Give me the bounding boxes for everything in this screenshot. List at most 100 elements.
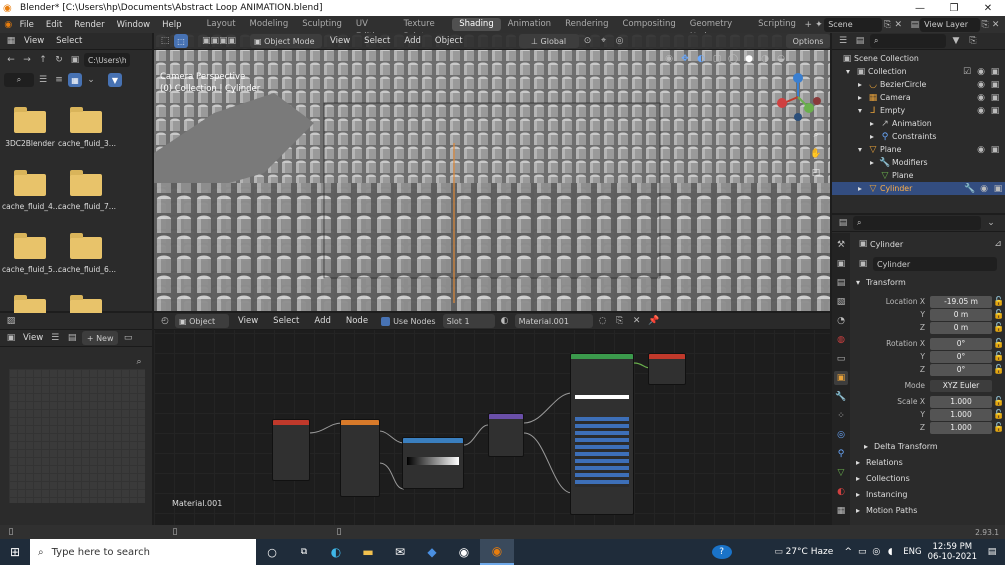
file-browser-view-menu[interactable]: View (18, 36, 50, 46)
viewport-add-menu[interactable]: Add (398, 36, 426, 46)
camera-render-icon[interactable]: ▣ (988, 143, 1002, 157)
minimize-icon[interactable]: — (903, 3, 937, 14)
tab-modeling[interactable]: Modeling (243, 18, 296, 31)
app-icon[interactable]: ◉ (448, 545, 480, 559)
transform-section-header[interactable]: ▾ Transform (852, 275, 1005, 289)
delete-scene-icon[interactable]: ✕ (893, 18, 904, 32)
options-dropdown[interactable]: Options (786, 34, 830, 48)
outliner-search-input[interactable]: ⌕ (870, 34, 946, 48)
menu-help[interactable]: Help (156, 20, 187, 30)
object-mode-dropdown[interactable]: ▣ Object Mode (250, 34, 322, 48)
camera-render-icon[interactable]: ▣ (988, 65, 1002, 79)
eye-icon[interactable]: ◉ (974, 143, 988, 157)
image-browse-icon[interactable]: ▤ (65, 331, 79, 345)
path-field[interactable]: C:\Users\h (84, 53, 130, 67)
scene-selector[interactable]: Scene (824, 17, 883, 32)
menu-window[interactable]: Window (111, 20, 157, 30)
scene-icon[interactable]: ✦ (814, 18, 825, 32)
viewport-select-menu[interactable]: Select (358, 36, 396, 46)
color-ramp-node[interactable] (402, 437, 464, 489)
zoom-icon[interactable]: ⌕ (132, 355, 146, 369)
camera-render-icon[interactable]: ▣ (991, 182, 1005, 196)
object-name-field[interactable]: Cylinder (873, 257, 997, 271)
file-item[interactable]: cache_fluid_6... (58, 233, 116, 274)
cortana-icon[interactable]: ○ (256, 545, 288, 559)
view-layer-tab-icon[interactable]: ▧ (834, 295, 848, 309)
editor-type-icon[interactable]: ☰ (836, 34, 850, 48)
lock-icon[interactable]: 🔓 (992, 395, 1005, 409)
scale-x-field[interactable]: 1.000 (930, 395, 992, 408)
tab-shading[interactable]: Shading (452, 18, 501, 31)
menu-file[interactable]: File (14, 20, 40, 30)
outliner-row-camera[interactable]: ▸ ▦ Camera ◉ ▣ (832, 91, 1002, 104)
outliner-row-modifiers[interactable]: ▸ 🔧 Modifiers (832, 156, 1002, 169)
copy-scene-icon[interactable]: ⎘ (882, 18, 893, 32)
file-item[interactable]: cache_fluid_3... (58, 107, 116, 148)
outliner-row-constraints[interactable]: ▸ ⚲ Constraints (832, 130, 1002, 143)
blender-menu-icon[interactable]: ◉ (3, 18, 14, 32)
selection-mode-icons[interactable]: ▣▣▣▣ (190, 34, 248, 48)
close-icon[interactable]: ✕ (971, 3, 1005, 14)
rotation-z-field[interactable]: 0° (930, 363, 992, 376)
outliner-row-plane-mesh[interactable]: ▽ Plane (832, 169, 1002, 182)
material-shading-icon[interactable]: ◑ (758, 52, 772, 66)
filter-icon[interactable]: ▼ (108, 73, 122, 87)
tab-rendering[interactable]: Rendering (558, 18, 615, 31)
dropbox-icon[interactable]: ◆ (416, 545, 448, 559)
outliner-row-cylinder[interactable]: ▸ ▽ Cylinder 🔧 ◉ ▣ (832, 182, 1005, 195)
lock-icon[interactable]: 🔓 (992, 421, 1005, 435)
eye-icon[interactable]: ◉ (974, 104, 988, 118)
display-mode-icon[interactable]: ▤ (853, 34, 867, 48)
tab-uv-editing[interactable]: UV Editing (349, 18, 397, 42)
scale-z-field[interactable]: 1.000 (930, 421, 992, 434)
new-collection-icon[interactable]: ⎘ (966, 34, 980, 48)
help-icon[interactable]: ? (711, 545, 732, 559)
bump-node[interactable] (488, 413, 524, 457)
delta-transform-section[interactable]: ▸ Delta Transform (852, 439, 1005, 453)
back-icon[interactable]: ← (4, 53, 18, 67)
rotation-mode-dropdown[interactable]: XYZ Euler (930, 379, 992, 392)
instancing-section[interactable]: ▸ Instancing (852, 487, 1005, 501)
file-item[interactable]: 3DC2Blender (2, 107, 58, 148)
scene-tab-icon[interactable]: ◔ (834, 314, 848, 328)
tab-scripting[interactable]: Scripting (751, 18, 803, 31)
file-search-input[interactable]: ⌕ (4, 73, 34, 87)
scale-y-field[interactable]: 1.000 (930, 408, 992, 421)
lock-icon[interactable]: 🔓 (992, 321, 1005, 335)
maximize-icon[interactable]: ❐ (937, 3, 971, 14)
image-canvas[interactable] (9, 369, 145, 503)
language-label[interactable]: ENG (903, 547, 921, 557)
lock-icon[interactable]: 🔓 (992, 295, 1005, 309)
viewport-object-menu[interactable]: Object (429, 36, 469, 46)
chevron-up-icon[interactable]: ^ (841, 545, 855, 559)
editor-type-icon[interactable]: ⬚ (158, 34, 172, 48)
menu-edit[interactable]: Edit (40, 20, 68, 30)
snap-icon[interactable]: ⌖ (597, 34, 611, 48)
forward-icon[interactable]: → (20, 53, 34, 67)
lock-icon[interactable]: 🔓 (992, 363, 1005, 377)
file-item[interactable]: cache_fluid_5... (2, 233, 60, 274)
delete-view-layer-icon[interactable]: ✕ (990, 18, 1001, 32)
tab-compositing[interactable]: Compositing (615, 18, 682, 31)
object-type-icon[interactable]: ▣ (856, 257, 870, 271)
location-y-field[interactable]: 0 m (930, 308, 992, 321)
eye-icon[interactable]: ◉ (977, 182, 991, 196)
overlay-icon[interactable]: ◐ (694, 52, 708, 66)
file-item[interactable]: cache_fluid_4... (2, 170, 60, 211)
rendered-shading-icon[interactable]: ◒ (774, 52, 788, 66)
clock[interactable]: 12:59 PM 06-10-2021 (928, 542, 977, 562)
proportional-edit-icon[interactable]: ◎ (613, 34, 627, 48)
tab-animation[interactable]: Animation (501, 18, 558, 31)
volume-icon[interactable]: ◖ (883, 545, 897, 559)
pin-icon[interactable]: ⊿ (991, 237, 1005, 251)
new-folder-icon[interactable]: ▣ (68, 53, 82, 67)
list-vertical-icon[interactable]: ☰ (36, 73, 50, 87)
sort-dropdown-icon[interactable]: ⌄ (84, 73, 98, 87)
refresh-icon[interactable]: ↻ (52, 53, 66, 67)
mapping-node[interactable] (340, 419, 380, 497)
select-tool-icon[interactable]: ⬚ (174, 34, 188, 48)
xray-icon[interactable]: ▢ (710, 52, 724, 66)
camera-render-icon[interactable]: ▣ (988, 91, 1002, 105)
eye-icon[interactable]: ◉ (974, 65, 988, 79)
material-output-node[interactable] (648, 353, 686, 385)
